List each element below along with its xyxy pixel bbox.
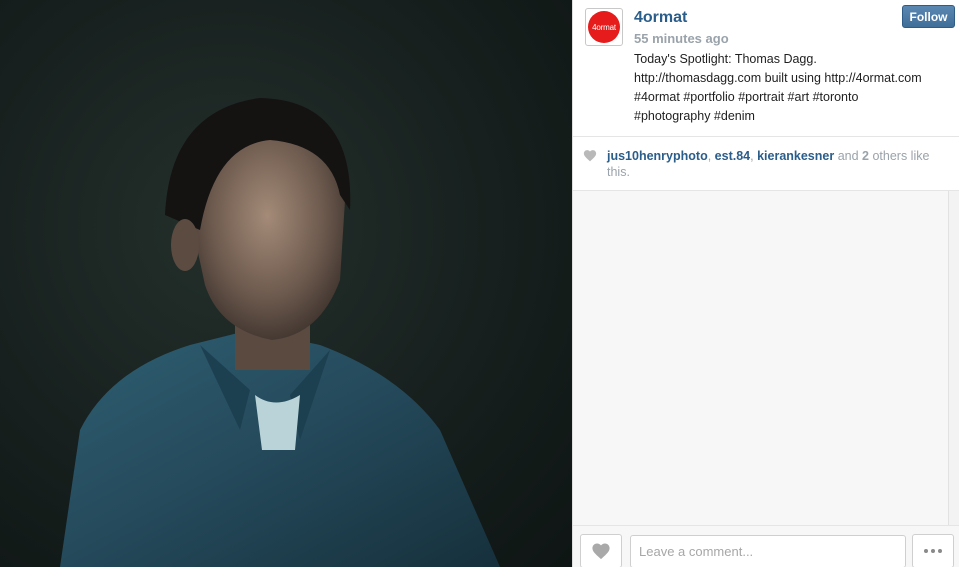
like-button[interactable] (580, 534, 622, 567)
caption-line[interactable]: #4ormat #portfolio #portrait #art #toron… (634, 88, 952, 107)
comments-scrollbar[interactable] (948, 191, 959, 525)
more-options-button[interactable] (912, 534, 954, 567)
portrait-photo (60, 98, 500, 567)
ellipsis-icon (924, 549, 928, 553)
post-details-panel: 4ormat 4ormat 55 minutes ago Today's Spo… (572, 0, 959, 567)
post-photo[interactable] (0, 0, 572, 567)
liker-link[interactable]: est.84 (715, 149, 750, 163)
heart-icon (583, 150, 597, 162)
likes-separator: , (707, 149, 715, 163)
comment-bar (573, 525, 959, 567)
likes-summary: jus10henryphoto, est.84, kierankesner an… (607, 148, 947, 180)
avatar[interactable]: 4ormat (585, 8, 623, 46)
follow-button[interactable]: Follow (902, 5, 955, 28)
caption-line: Today's Spotlight: Thomas Dagg. (634, 52, 817, 66)
likes-section: jus10henryphoto, est.84, kierankesner an… (573, 137, 959, 191)
comments-list (573, 191, 959, 525)
post-header: 4ormat 4ormat 55 minutes ago Today's Spo… (573, 0, 959, 137)
likes-and: and (834, 149, 863, 163)
comment-input[interactable] (630, 535, 906, 567)
avatar-logo: 4ormat (588, 11, 620, 43)
caption-line[interactable]: #photography #denim (634, 107, 952, 126)
others-count[interactable]: 2 (862, 149, 869, 163)
ellipsis-icon (931, 549, 935, 553)
post-caption: Today's Spotlight: Thomas Dagg. http://t… (634, 50, 952, 126)
heart-icon (592, 543, 610, 560)
caption-line[interactable]: http://thomasdagg.com built using http:/… (634, 69, 952, 88)
liker-link[interactable]: jus10henryphoto (607, 149, 708, 163)
liker-link[interactable]: kierankesner (757, 149, 834, 163)
ellipsis-icon (938, 549, 942, 553)
post-timestamp: 55 minutes ago (634, 31, 729, 46)
username-link[interactable]: 4ormat (634, 9, 687, 27)
